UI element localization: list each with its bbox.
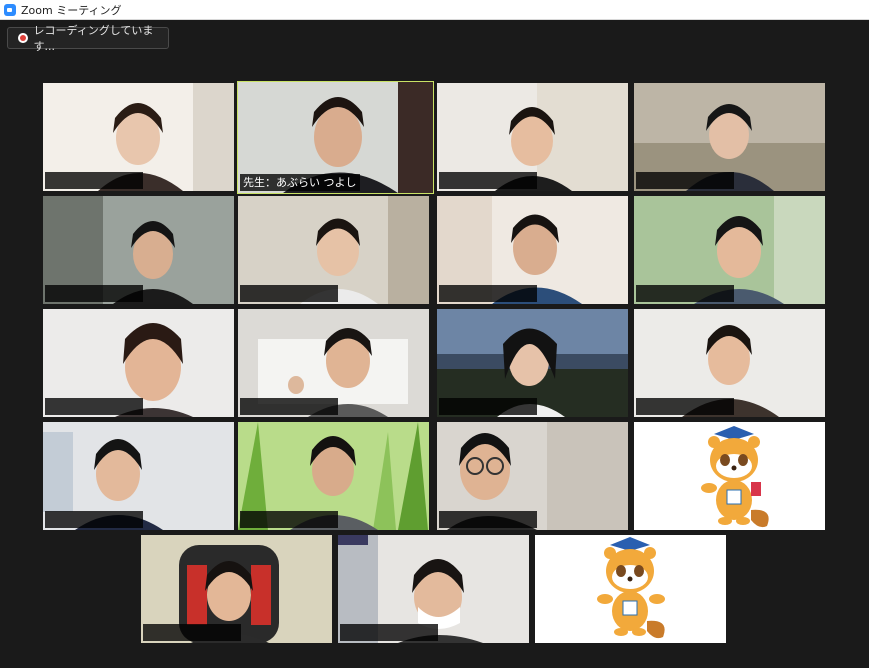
participant-name [439, 398, 537, 415]
participant-name [340, 624, 438, 641]
video-tile[interactable] [43, 422, 234, 530]
title-bar: Zoom ミーティング [0, 0, 869, 20]
participant-name [240, 285, 338, 302]
record-icon [18, 33, 28, 43]
video-tile[interactable] [634, 309, 825, 417]
video-tile[interactable] [43, 83, 234, 191]
participant-name [45, 285, 143, 302]
video-tile[interactable] [338, 535, 529, 643]
participant-name [240, 511, 338, 528]
zoom-camera-icon [4, 3, 16, 16]
tanuki-mascot-icon [634, 422, 825, 530]
video-tile[interactable] [437, 83, 628, 191]
recording-label: レコーディングしています... [33, 24, 154, 53]
participant-name [45, 172, 143, 189]
video-tile[interactable] [535, 535, 726, 643]
recording-indicator[interactable]: レコーディングしています... [7, 24, 169, 53]
video-tile[interactable] [238, 196, 429, 304]
participant-name [636, 398, 734, 415]
video-tile[interactable] [141, 535, 332, 643]
video-tile[interactable] [437, 309, 628, 417]
video-tile[interactable] [634, 196, 825, 304]
participant-name [439, 511, 537, 528]
video-tile[interactable] [437, 422, 628, 530]
participant-name [636, 285, 734, 302]
video-tile[interactable] [634, 83, 825, 191]
participant-name [439, 172, 537, 189]
video-tile[interactable] [437, 196, 628, 304]
participant-name [143, 624, 241, 641]
participant-name [45, 398, 143, 415]
video-tile[interactable] [43, 196, 234, 304]
video-tile[interactable] [43, 309, 234, 417]
participant-name: 先生：あぶらい つよし [240, 174, 360, 191]
tanuki-mascot-icon [535, 535, 726, 643]
video-tile[interactable] [634, 422, 825, 530]
participant-name [45, 511, 143, 528]
video-tile[interactable] [238, 422, 429, 530]
video-tile[interactable] [238, 309, 429, 417]
participant-name [240, 398, 338, 415]
participant-name [439, 285, 537, 302]
window-title: Zoom ミーティング [21, 3, 122, 17]
active-speaker-tile[interactable]: 先生：あぶらい つよし [237, 81, 434, 194]
participant-name [636, 172, 734, 189]
